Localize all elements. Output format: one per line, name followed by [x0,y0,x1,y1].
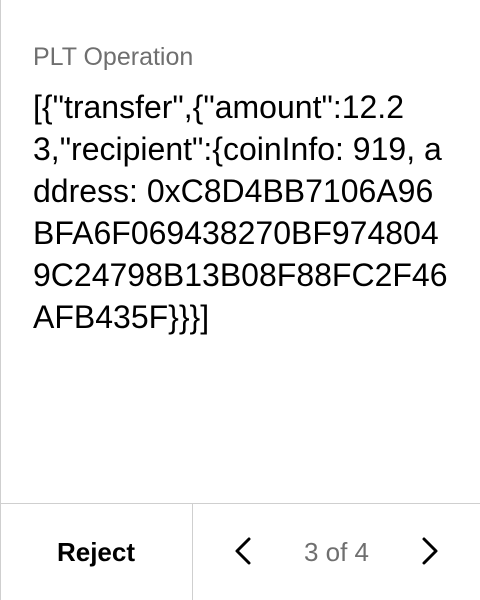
operation-field: PLT Operation [{"transfer",{"amount":12.… [33,40,453,338]
pagination-control: 3 of 4 [193,504,480,600]
review-screen: PLT Operation [{"transfer",{"amount":12.… [0,0,480,600]
chevron-right-icon[interactable] [414,536,444,566]
chevron-left-icon[interactable] [229,536,259,566]
action-footer: Reject 3 of 4 [0,503,480,600]
operation-label: PLT Operation [33,43,194,71]
operation-value: [{"transfer",{"amount":12.23,"recipient"… [33,89,448,335]
page-indicator: 3 of 4 [303,537,370,567]
reject-button[interactable]: Reject [0,504,192,600]
